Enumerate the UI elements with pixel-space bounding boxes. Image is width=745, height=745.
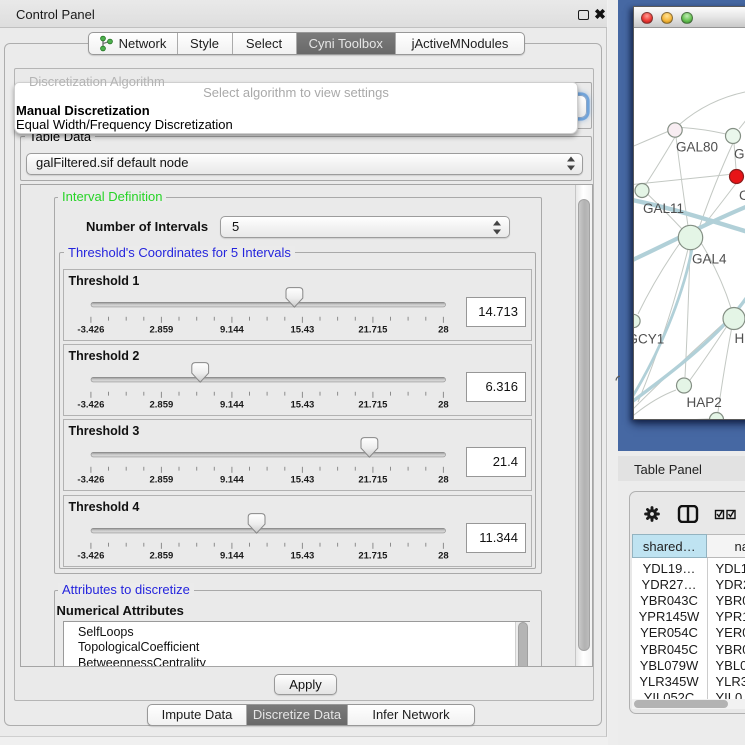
svg-text:9.144: 9.144	[220, 325, 244, 336]
svg-text:21.715: 21.715	[358, 475, 388, 486]
svg-text:2.859: 2.859	[150, 400, 174, 411]
svg-text:21.715: 21.715	[358, 325, 388, 336]
svg-text:28: 28	[438, 475, 449, 486]
svg-text:15.43: 15.43	[291, 400, 315, 411]
svg-text:-3.426: -3.426	[77, 400, 104, 411]
svg-text:15.43: 15.43	[291, 325, 315, 336]
svg-text:C: C	[739, 188, 745, 203]
svg-text:-3.426: -3.426	[77, 475, 104, 486]
svg-text:28: 28	[438, 550, 449, 561]
svg-text:15.43: 15.43	[291, 550, 315, 561]
svg-text:28: 28	[438, 400, 449, 411]
svg-text:2.859: 2.859	[150, 550, 174, 561]
svg-text:H: H	[735, 331, 745, 346]
svg-text:GAL80: GAL80	[676, 140, 718, 155]
svg-text:21.715: 21.715	[358, 550, 388, 561]
svg-text:9.144: 9.144	[220, 550, 244, 561]
svg-text:GCY1: GCY1	[634, 332, 664, 347]
svg-text:G.: G.	[734, 147, 745, 162]
svg-text:HAP2: HAP2	[687, 395, 722, 410]
svg-text:9.144: 9.144	[220, 400, 244, 411]
svg-text:-3.426: -3.426	[77, 325, 104, 336]
svg-text:9.144: 9.144	[220, 475, 244, 486]
svg-text:15.43: 15.43	[291, 475, 315, 486]
svg-text:2.859: 2.859	[150, 325, 174, 336]
svg-text:GAL11: GAL11	[643, 201, 684, 216]
svg-text:GAL4: GAL4	[692, 252, 727, 267]
svg-text:2.859: 2.859	[150, 475, 174, 486]
svg-text:-3.426: -3.426	[77, 550, 104, 561]
svg-text:28: 28	[438, 325, 449, 336]
svg-text:21.715: 21.715	[358, 400, 388, 411]
